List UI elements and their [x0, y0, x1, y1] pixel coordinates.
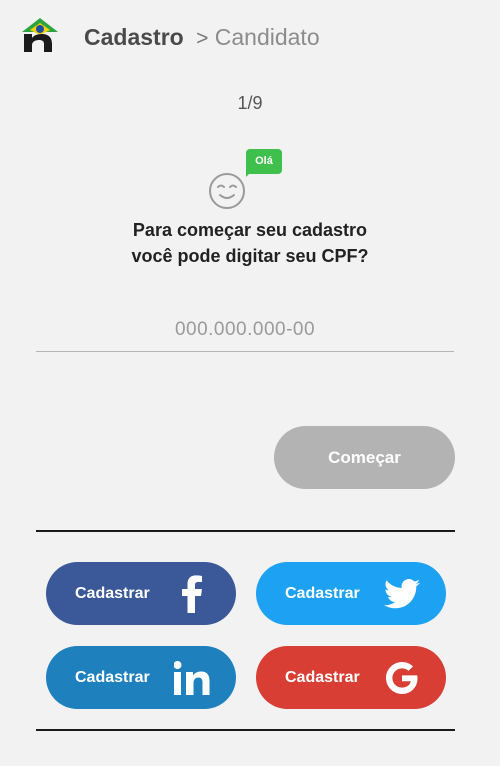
- signup-linkedin-label: Cadastrar: [75, 668, 150, 686]
- google-icon: [372, 658, 432, 698]
- signup-facebook-button[interactable]: Cadastrar: [46, 562, 236, 625]
- greeting-badge: Olá: [246, 149, 282, 174]
- question-line-1: Para começar seu cadastro: [132, 220, 368, 240]
- smiley-face-icon: [208, 172, 246, 210]
- logo-icon[interactable]: [20, 14, 60, 54]
- breadcrumb-separator: >: [196, 27, 209, 50]
- page-title: Cadastro > Candidato: [84, 24, 320, 51]
- cpf-input[interactable]: [36, 308, 454, 352]
- divider-top: [36, 530, 455, 532]
- question-text: Para começar seu cadastro você pode digi…: [0, 217, 500, 269]
- header: Cadastro > Candidato: [0, 0, 500, 80]
- question-line-2: você pode digitar seu CPF?: [131, 246, 369, 266]
- title-subtitle: Candidato: [214, 24, 320, 50]
- signup-facebook-label: Cadastrar: [75, 584, 150, 602]
- signup-twitter-button[interactable]: Cadastrar: [256, 562, 446, 625]
- signup-google-label: Cadastrar: [285, 668, 360, 686]
- title-main: Cadastro: [84, 24, 184, 50]
- linkedin-icon: [162, 658, 222, 698]
- signup-google-button[interactable]: Cadastrar: [256, 646, 446, 709]
- facebook-icon: [162, 574, 222, 614]
- step-indicator: 1/9: [237, 93, 263, 113]
- signup-twitter-label: Cadastrar: [285, 584, 360, 602]
- divider-bottom: [36, 729, 455, 731]
- twitter-icon: [372, 574, 432, 614]
- signup-linkedin-button[interactable]: Cadastrar: [46, 646, 236, 709]
- start-button[interactable]: Começar: [274, 426, 455, 489]
